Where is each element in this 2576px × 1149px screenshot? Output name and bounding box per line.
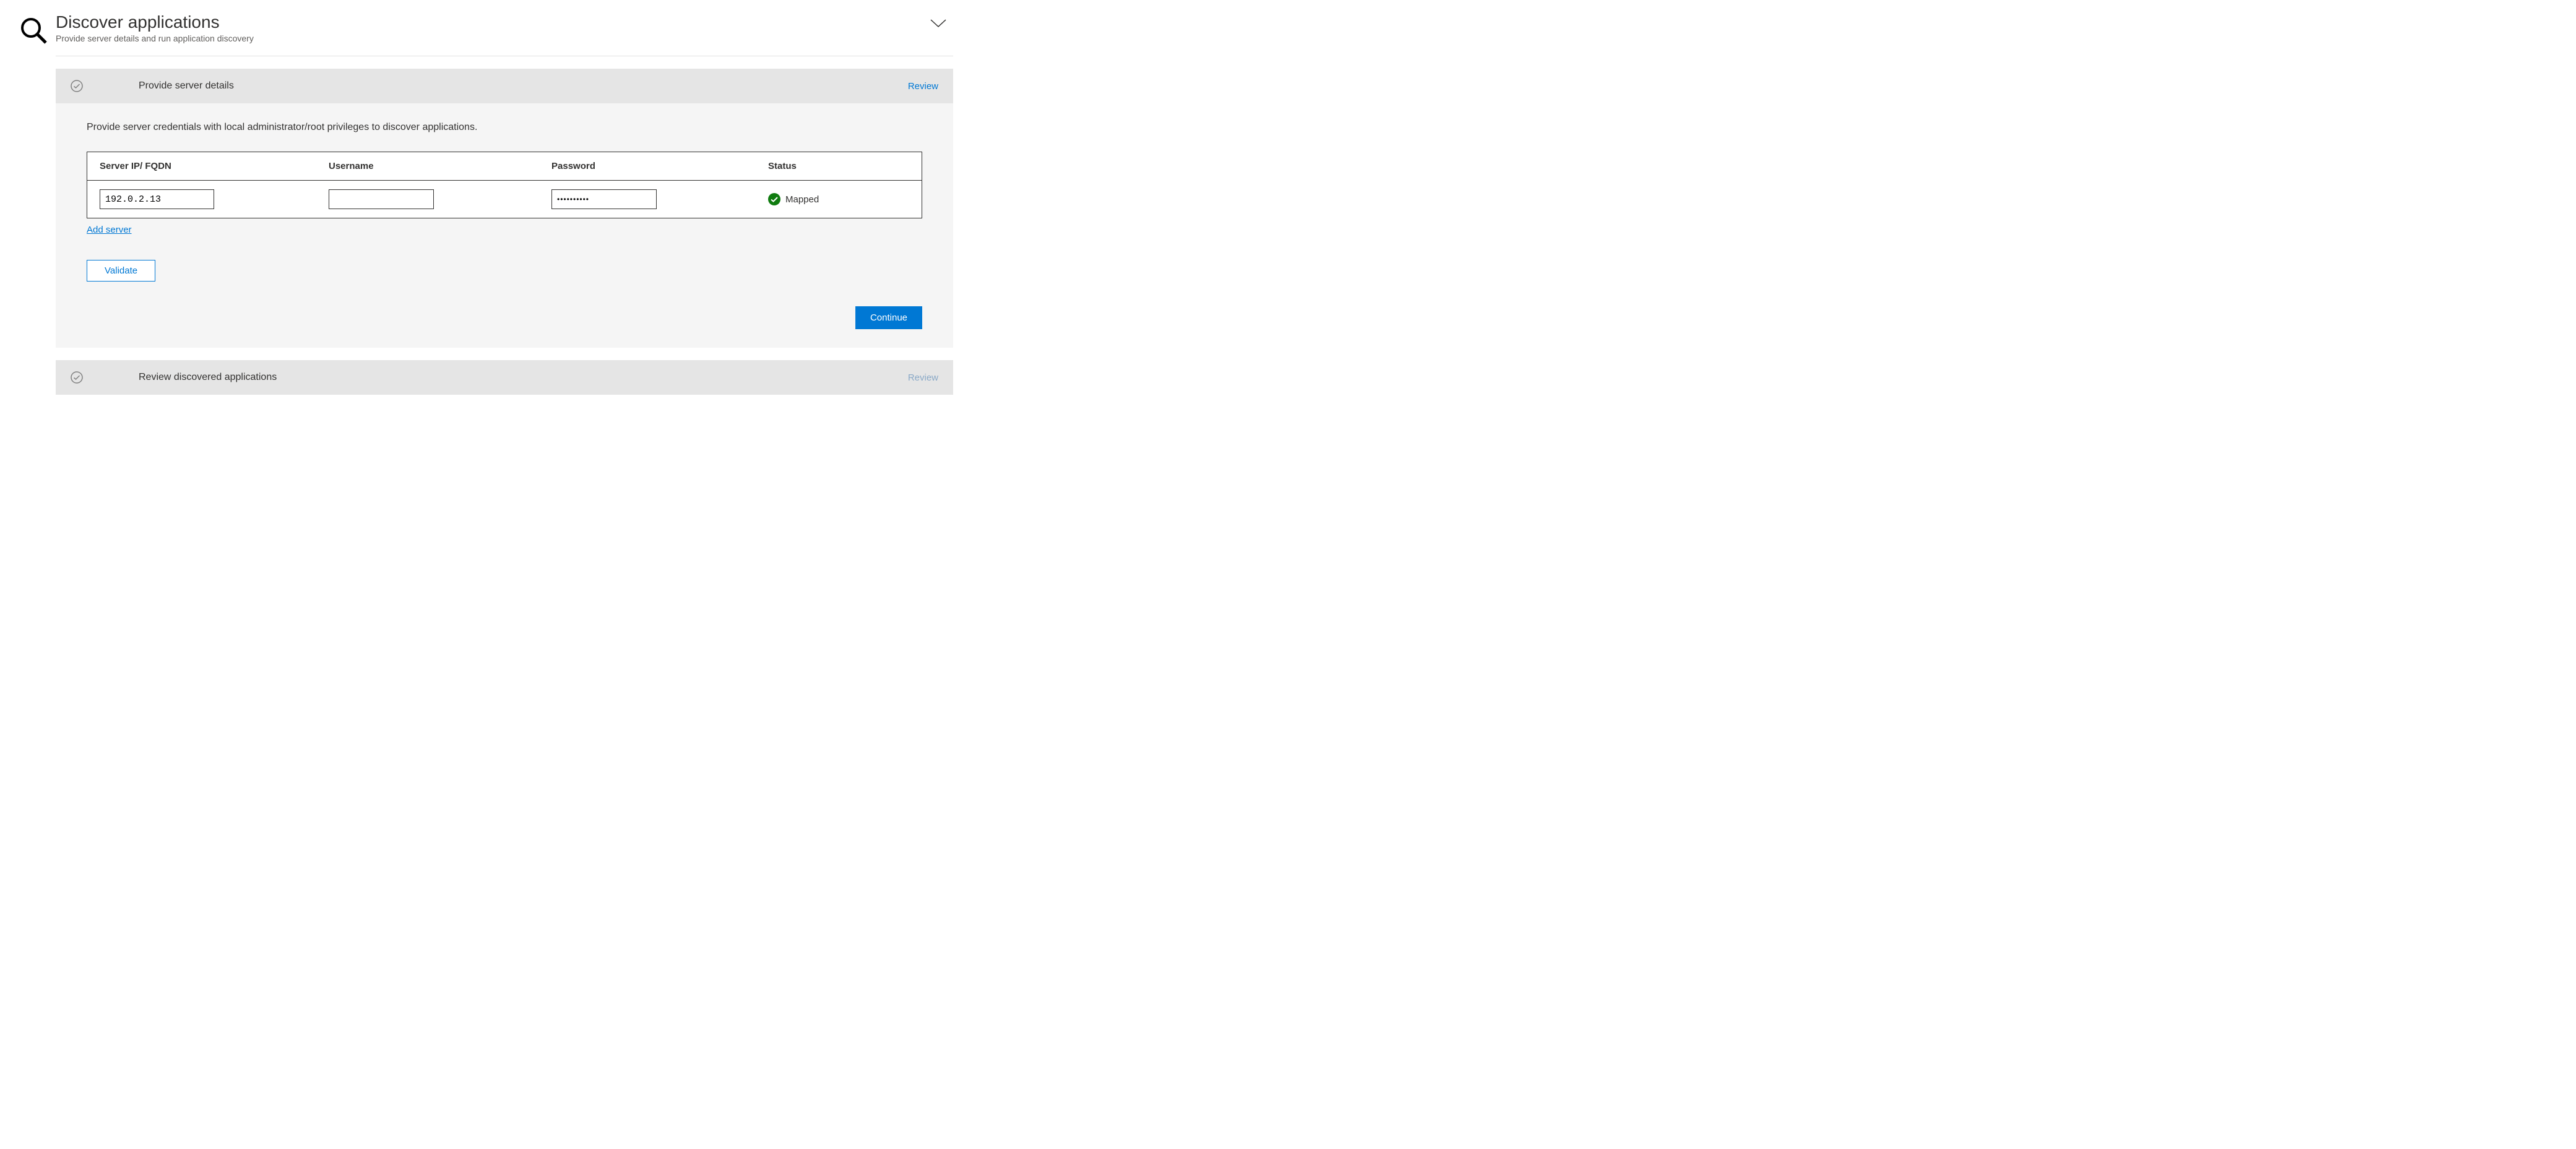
- section-header-server-details: Provide server details Review: [56, 69, 953, 103]
- page-title: Discover applications: [56, 12, 254, 32]
- column-header-password: Password: [551, 161, 768, 171]
- add-server-link[interactable]: Add server: [87, 225, 132, 235]
- continue-button[interactable]: Continue: [855, 306, 922, 329]
- username-input[interactable]: [329, 189, 434, 209]
- validate-button[interactable]: Validate: [87, 260, 155, 282]
- column-header-status: Status: [768, 161, 909, 171]
- check-circle-icon: [71, 80, 83, 92]
- check-circle-icon: [71, 371, 83, 384]
- section-header-review-apps: Review discovered applications Review: [56, 360, 953, 395]
- status-label: Mapped: [785, 194, 819, 205]
- column-header-username: Username: [329, 161, 551, 171]
- search-icon: [19, 12, 56, 407]
- page-subtitle: Provide server details and run applicati…: [56, 33, 254, 43]
- instruction-text: Provide server credentials with local ad…: [87, 122, 922, 133]
- server-table: Server IP/ FQDN Username Password Status: [87, 152, 922, 218]
- review-link-server-details[interactable]: Review: [908, 81, 938, 92]
- table-row: Mapped: [87, 181, 922, 218]
- status-check-icon: [768, 193, 780, 205]
- section-title-server-details: Provide server details: [139, 80, 234, 92]
- password-input[interactable]: [551, 189, 657, 209]
- review-link-review-apps[interactable]: Review: [908, 372, 938, 383]
- column-header-server-ip: Server IP/ FQDN: [100, 161, 329, 171]
- section-title-review-apps: Review discovered applications: [139, 372, 277, 383]
- chevron-down-icon[interactable]: [930, 12, 953, 30]
- server-ip-input[interactable]: [100, 189, 214, 209]
